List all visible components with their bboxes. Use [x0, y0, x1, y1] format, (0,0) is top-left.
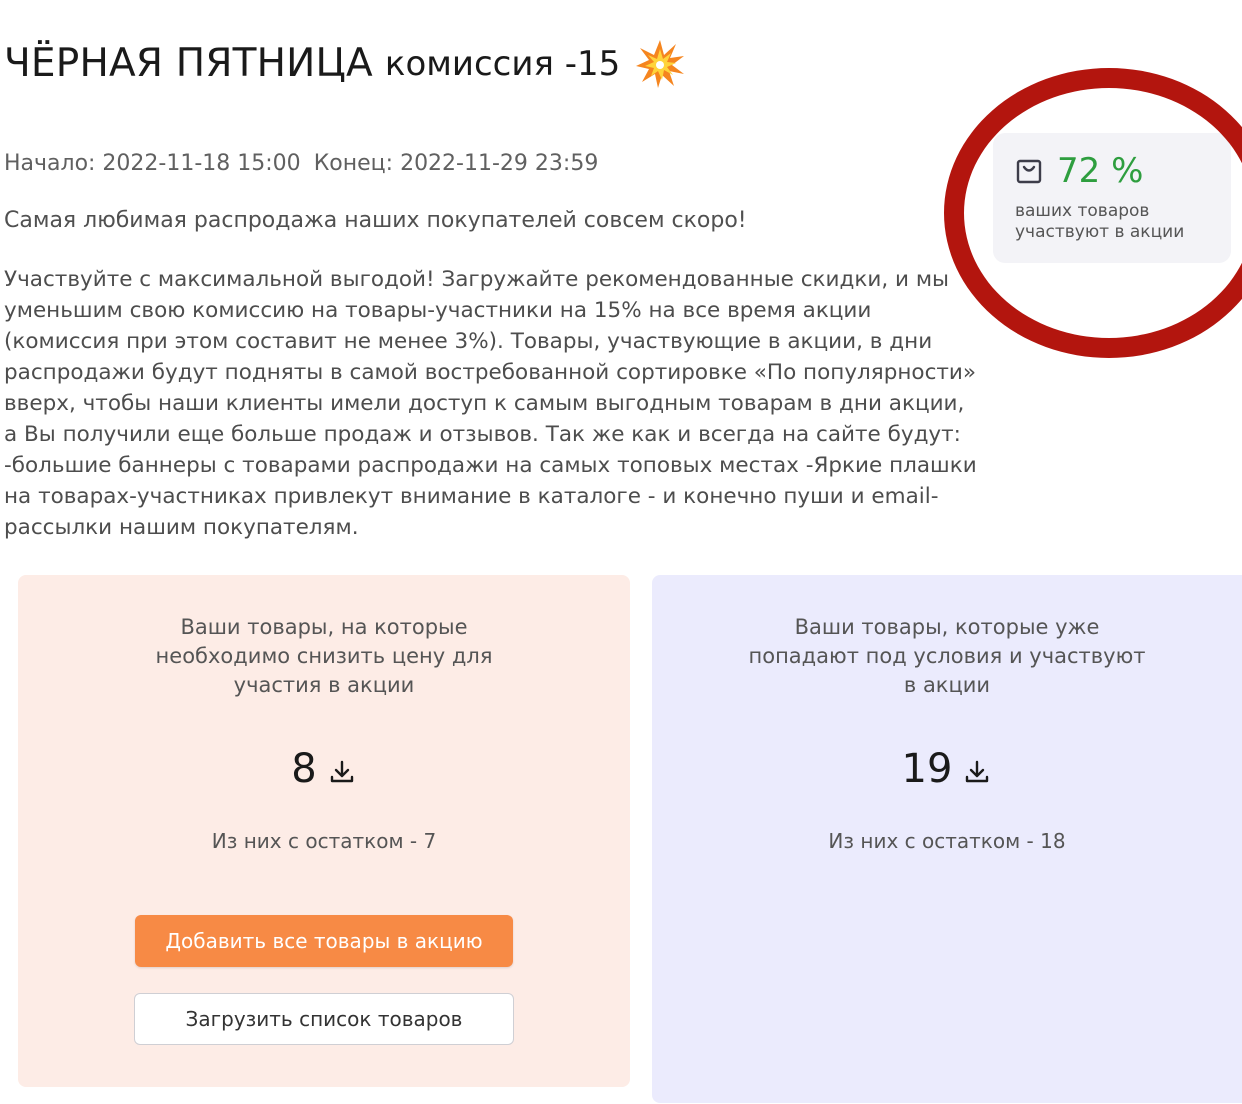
participation-stat-card: 72 % ваших товаров участвуют в акции: [993, 133, 1231, 263]
promo-page: ЧЁРНАЯ ПЯТНИЦА комиссия -15 Начало: 2022…: [0, 0, 1242, 1104]
description-line: уменьшим свою комиссию на товары-участни…: [4, 298, 872, 323]
description-line: (комиссия при этом составит не менее 3%)…: [4, 329, 933, 354]
description-line: распродажи будут подняты в самой востреб…: [4, 360, 977, 385]
need-discount-remain: Из них с остатком - 7: [211, 829, 437, 853]
participating-count-row: 19: [652, 743, 1242, 795]
promo-lead: Самая любимая распродажа наших покупател…: [4, 208, 747, 233]
need-discount-panel: Ваши товары, на которые необходимо снизи…: [18, 575, 630, 1087]
description-line: на товарах-участниках привлекут внимание…: [4, 484, 939, 509]
page-title: ЧЁРНАЯ ПЯТНИЦА комиссия -15: [4, 36, 686, 92]
panel-description-line: необходимо снизить цену для: [155, 644, 493, 668]
participation-percent: 72 %: [1057, 151, 1144, 191]
promo-end: Конец: 2022-11-29 23:59: [313, 151, 599, 176]
promo-description: Участвуйте с максимальной выгодой! Загру…: [4, 264, 1009, 543]
need-discount-count-row: 8: [18, 743, 630, 795]
panel-description-line: в акции: [903, 673, 991, 697]
participating-count: 19: [901, 746, 953, 792]
title-main: ЧЁРНАЯ ПЯТНИЦА: [4, 41, 373, 86]
participating-description: Ваши товары, которые уже попадают под ус…: [652, 613, 1242, 700]
promo-dates: Начало: 2022-11-18 15:00 Конец: 2022-11-…: [4, 148, 598, 180]
stat-header: 72 %: [1015, 151, 1143, 191]
need-discount-count: 8: [291, 746, 317, 792]
description-line: -большие баннеры с товарами распродажи н…: [4, 453, 977, 478]
description-line: а Вы получили еще больше продаж и отзыво…: [4, 422, 961, 447]
download-icon[interactable]: [962, 757, 992, 787]
title-commission: комиссия -15: [384, 44, 621, 84]
panel-description-line: Ваши товары, на которые: [180, 615, 468, 639]
description-line: рассылки нашим покупателям.: [4, 515, 359, 540]
need-discount-description: Ваши товары, на которые необходимо снизи…: [18, 613, 630, 700]
panel-description-line: попадают под условия и участвуют: [748, 644, 1146, 668]
panel-description-line: Ваши товары, которые уже: [794, 615, 1100, 639]
upload-product-list-button[interactable]: Загрузить список товаров: [134, 993, 514, 1045]
shopping-bag-icon: [1015, 157, 1043, 185]
participation-label-line: ваших товаров: [1015, 201, 1150, 221]
download-icon[interactable]: [327, 757, 357, 787]
add-all-products-button[interactable]: Добавить все товары в акцию: [135, 915, 513, 967]
participation-label: ваших товаров участвуют в акции: [1015, 201, 1184, 243]
description-line: вверх, чтобы наши клиенты имели доступ к…: [4, 391, 965, 416]
participating-remain: Из них с остатком - 18: [828, 829, 1066, 853]
participating-panel: Ваши товары, которые уже попадают под ус…: [652, 575, 1242, 1103]
promo-start: Начало: 2022-11-18 15:00: [4, 151, 301, 176]
participation-label-line: участвуют в акции: [1015, 222, 1185, 242]
panel-description-line: участия в акции: [233, 673, 415, 697]
description-line: Участвуйте с максимальной выгодой! Загру…: [4, 267, 950, 292]
collision-icon: [634, 38, 686, 90]
